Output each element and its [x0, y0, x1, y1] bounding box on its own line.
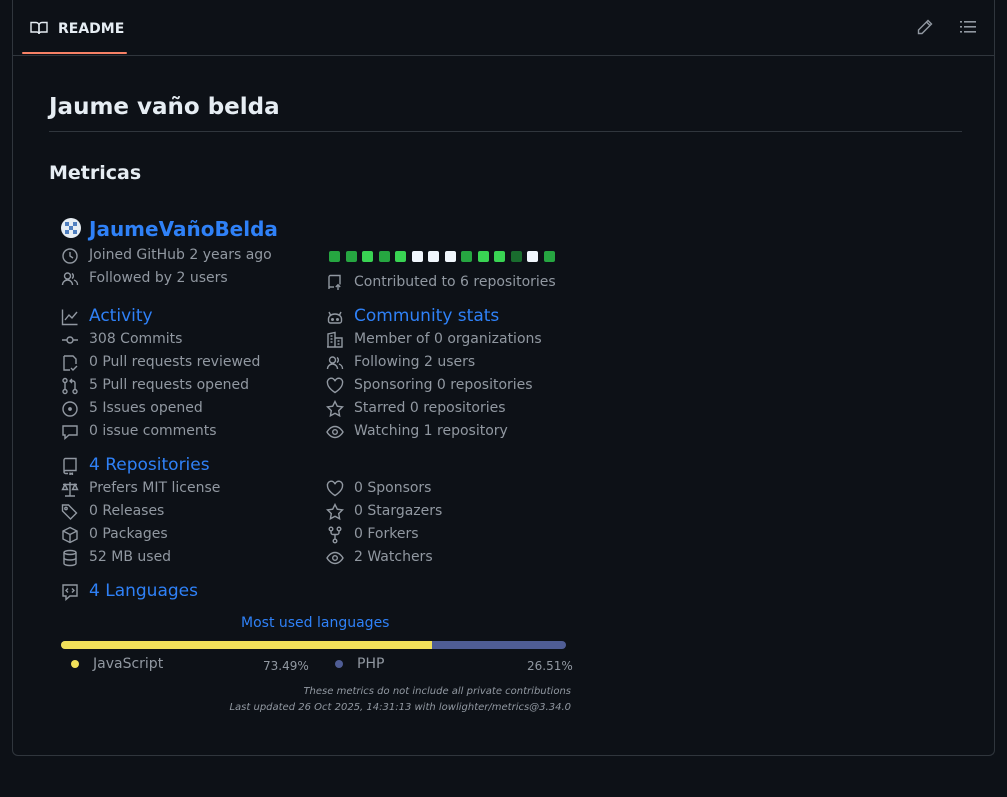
pr-opened-text: 5 Pull requests opened — [89, 377, 250, 393]
calendar-day — [494, 251, 505, 262]
calendar-day — [461, 251, 472, 262]
code-square-icon — [62, 584, 78, 601]
clock-icon — [62, 248, 78, 264]
issue-comments-text: 0 issue comments — [89, 423, 217, 439]
database-icon — [63, 549, 77, 567]
footer-private-note: These metrics do not include all private… — [303, 686, 571, 697]
followers-text: Followed by 2 users — [89, 270, 228, 286]
calendar-day — [345, 251, 357, 262]
username-link[interactable]: JaumeVañoBelda — [89, 217, 278, 241]
eye-icon — [326, 425, 344, 439]
organization-icon — [327, 331, 343, 348]
organizations-text: Member of 0 organizations — [354, 331, 542, 347]
calendar-day — [362, 251, 373, 262]
repo-icon — [63, 457, 77, 475]
graph-icon — [61, 309, 78, 326]
calendar-day — [543, 251, 555, 262]
calendar-day — [428, 251, 439, 262]
sponsors-text: 0 Sponsors — [354, 480, 432, 496]
sponsoring-text: Sponsoring 0 repositories — [354, 377, 533, 393]
pull-request-icon — [62, 377, 78, 395]
eye-icon — [326, 551, 344, 565]
calendar-day — [477, 251, 489, 262]
forkers-text: 0 Forkers — [354, 526, 419, 542]
people-icon — [61, 272, 79, 286]
calendar-day — [444, 251, 456, 262]
issue-icon — [62, 401, 78, 417]
pencil-icon — [917, 19, 933, 35]
license-text: Prefers MIT license — [89, 480, 221, 496]
outline-button[interactable] — [959, 18, 979, 38]
repositories-title: 4 Repositories — [89, 455, 210, 475]
package-icon — [62, 526, 78, 544]
php-percent: 26.51% — [527, 659, 573, 673]
repo-push-icon — [328, 274, 341, 290]
commit-icon — [62, 336, 78, 344]
footer-updated-note: Last updated 26 Oct 2025, 14:31:13 with … — [229, 702, 571, 713]
book-icon — [30, 21, 48, 35]
stargazers-text: 0 Stargazers — [354, 503, 443, 519]
languages-title: 4 Languages — [89, 581, 198, 601]
javascript-label: JavaScript — [93, 656, 164, 672]
calendar-day — [411, 251, 423, 262]
watching-text: Watching 1 repository — [354, 423, 508, 439]
releases-text: 0 Releases — [89, 503, 165, 519]
star-icon — [326, 400, 344, 418]
joined-text: Joined GitHub 2 years ago — [89, 247, 272, 263]
readme-title: Jaume vaño belda — [49, 94, 280, 120]
calendar-day — [329, 251, 340, 262]
heart-icon — [326, 377, 344, 394]
tab-readme-label: README — [58, 21, 125, 37]
readme-header: README — [13, 0, 994, 56]
language-bar-javascript — [61, 641, 433, 649]
tab-active-indicator — [22, 52, 127, 54]
law-icon — [61, 482, 79, 497]
list-icon — [960, 21, 976, 33]
calendar-day — [510, 251, 522, 262]
starred-text: Starred 0 repositories — [354, 400, 506, 416]
language-bar — [61, 641, 566, 649]
disk-usage-text: 52 MB used — [89, 549, 172, 565]
calendar-day — [395, 251, 406, 262]
php-dot — [335, 660, 343, 668]
people-icon — [326, 356, 344, 370]
javascript-dot — [71, 660, 79, 668]
commits-text: 308 Commits — [89, 331, 183, 347]
following-text: Following 2 users — [354, 354, 476, 370]
readme-card: README Jaume vaño belda Metricas JaumeVa… — [12, 0, 995, 756]
watchers-text: 2 Watchers — [354, 549, 433, 565]
community-title: Community stats — [354, 306, 500, 326]
activity-title: Activity — [89, 306, 153, 326]
file-check-icon — [63, 355, 78, 371]
comment-icon — [62, 425, 78, 441]
avatar — [61, 218, 81, 238]
title-divider — [49, 131, 962, 132]
php-label: PHP — [357, 656, 385, 672]
section-heading: Metricas — [49, 162, 142, 184]
fork-icon — [328, 526, 342, 544]
contributed-text: Contributed to 6 repositories — [354, 274, 556, 290]
edit-button[interactable] — [916, 18, 936, 38]
issues-opened-text: 5 Issues opened — [89, 400, 203, 416]
calendar-day — [378, 251, 390, 262]
packages-text: 0 Packages — [89, 526, 168, 542]
octocat-icon — [327, 311, 343, 324]
star-icon — [326, 503, 344, 521]
most-used-languages-label: Most used languages — [241, 615, 390, 631]
heart-icon — [326, 480, 344, 497]
tag-icon — [61, 504, 78, 520]
pr-reviewed-text: 0 Pull requests reviewed — [89, 354, 261, 370]
tab-readme[interactable]: README — [22, 0, 127, 54]
calendar-day — [527, 251, 538, 262]
javascript-percent: 73.49% — [263, 659, 309, 673]
